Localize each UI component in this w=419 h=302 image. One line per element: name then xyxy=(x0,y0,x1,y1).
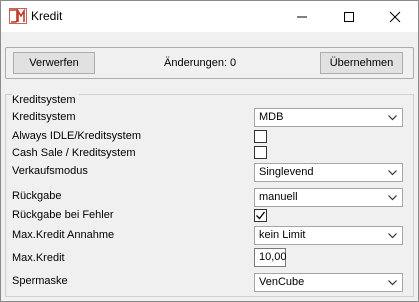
max-kredit-value: 10,00 xyxy=(259,251,287,263)
title-bar[interactable]: Kredit xyxy=(1,1,418,32)
always-idle-checkbox[interactable] xyxy=(254,130,267,143)
verkaufsmodus-select[interactable]: Singlevend xyxy=(254,163,403,182)
maximize-button[interactable] xyxy=(326,1,372,32)
spermaske-label: Spermaske xyxy=(12,275,68,287)
max-kredit-annahme-select[interactable]: kein Limit xyxy=(254,226,403,245)
rueckgabe-select[interactable]: manuell xyxy=(254,188,403,207)
close-button[interactable] xyxy=(372,1,418,32)
kreditsystem-select[interactable]: MDB xyxy=(254,108,403,127)
kreditsystem-value: MDB xyxy=(259,111,284,123)
maximize-icon xyxy=(344,12,354,22)
max-kredit-annahme-label: Max.Kredit Annahme xyxy=(12,229,115,241)
close-icon xyxy=(389,11,401,23)
apply-button[interactable]: Übernehmen xyxy=(320,52,403,74)
window-title: Kredit xyxy=(31,9,63,23)
kreditsystem-label: Kreditsystem xyxy=(12,111,76,123)
changes-counter: Änderungen: 0 xyxy=(164,57,237,69)
group-title: Kreditsystem xyxy=(12,94,79,106)
minimize-icon xyxy=(297,16,307,18)
discard-button[interactable]: Verwerfen xyxy=(13,52,95,74)
max-kredit-annahme-value: kein Limit xyxy=(259,229,306,241)
minimize-button[interactable] xyxy=(279,1,325,32)
action-bar: Verwerfen Änderungen: 0 Übernehmen xyxy=(5,47,414,79)
spermaske-select[interactable]: VenCube xyxy=(254,273,403,292)
chevron-down-icon xyxy=(388,195,397,201)
verkaufsmodus-label: Verkaufsmodus xyxy=(12,165,88,177)
rueckgabe-value: manuell xyxy=(259,191,298,203)
spermaske-value: VenCube xyxy=(259,276,305,288)
verkaufsmodus-value: Singlevend xyxy=(259,166,314,178)
chevron-down-icon xyxy=(388,115,397,121)
always-idle-label: Always IDLE/Kreditsystem xyxy=(12,130,141,142)
cash-sale-checkbox[interactable] xyxy=(254,146,267,159)
max-kredit-input[interactable]: 10,00 xyxy=(254,248,287,267)
cash-sale-label: Cash Sale / Kreditsystem xyxy=(12,147,136,159)
rueckgabe-label: Rückgabe xyxy=(12,190,62,202)
jm-logo-icon xyxy=(9,8,27,24)
chevron-down-icon xyxy=(388,170,397,176)
chevron-down-icon xyxy=(388,233,397,239)
kredit-window: Kredit Verwerfen Änderungen: 0 Übernehme… xyxy=(0,0,419,302)
max-kredit-label: Max.Kredit xyxy=(12,252,65,264)
rueckgabe-fehler-checkbox[interactable] xyxy=(254,209,267,222)
rueckgabe-fehler-label: Rückgabe bei Fehler xyxy=(12,209,114,221)
checkmark-icon xyxy=(256,211,265,220)
chevron-down-icon xyxy=(388,280,397,286)
